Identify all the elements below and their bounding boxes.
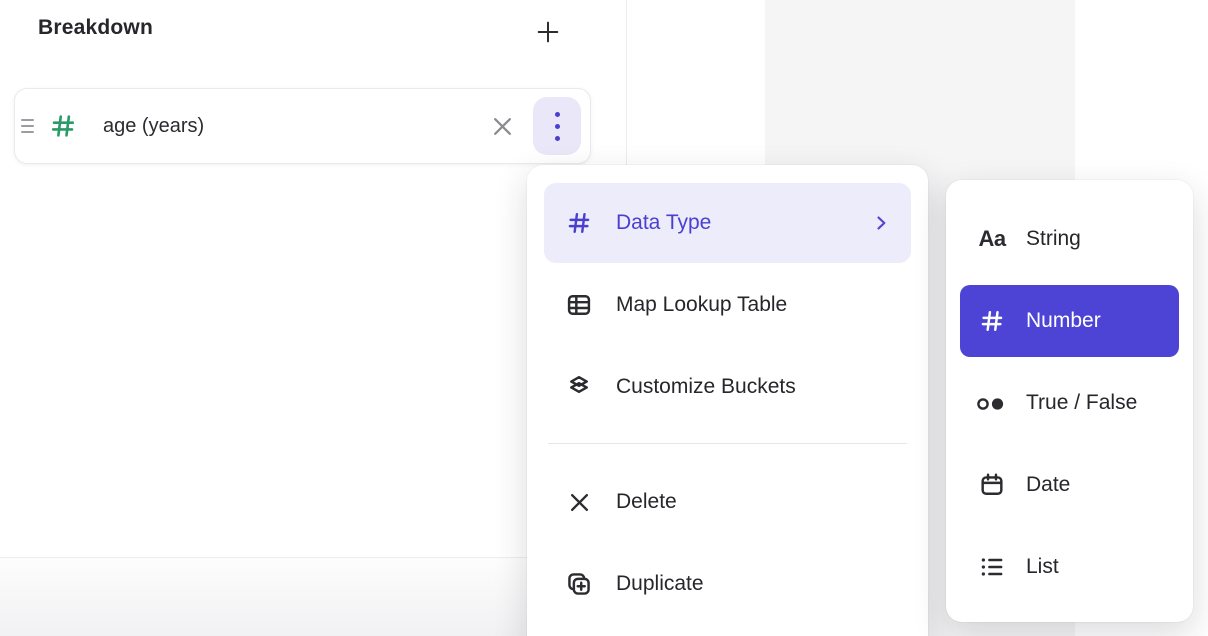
chevron-right-icon <box>871 213 891 233</box>
submenu-item-label: True / False <box>1026 391 1137 415</box>
add-breakdown-button[interactable] <box>528 12 568 52</box>
submenu-item-date[interactable]: Date <box>960 449 1179 521</box>
field-more-options-button[interactable] <box>533 97 581 155</box>
submenu-item-number[interactable]: Number <box>960 285 1179 357</box>
submenu-item-label: String <box>1026 227 1081 251</box>
breakdown-panel-page: Breakdown age (years) <box>0 0 1208 636</box>
drag-handle-icon[interactable] <box>21 119 35 133</box>
field-context-menu: Data Type Map Lookup Table <box>527 165 928 636</box>
number-type-icon <box>48 111 78 141</box>
breakdown-field-chip[interactable]: age (years) <box>14 88 591 164</box>
menu-item-customize-buckets[interactable]: Customize Buckets <box>544 347 911 427</box>
panel-footer <box>0 557 527 636</box>
submenu-item-true-false[interactable]: True / False <box>960 367 1179 439</box>
close-icon <box>489 113 516 140</box>
field-label: age (years) <box>103 115 204 138</box>
submenu-item-label: Date <box>1026 473 1070 497</box>
kebab-icon <box>555 112 560 141</box>
menu-divider <box>548 443 907 444</box>
menu-item-label: Duplicate <box>616 572 704 596</box>
string-type-icon: Aa <box>974 228 1010 250</box>
menu-item-label: Delete <box>616 490 677 514</box>
menu-item-label: Customize Buckets <box>616 375 796 399</box>
menu-item-label: Map Lookup Table <box>616 293 787 317</box>
hash-icon <box>564 209 594 237</box>
data-type-submenu: Aa String Number True / False <box>946 180 1193 622</box>
submenu-item-label: List <box>1026 555 1059 579</box>
hash-icon <box>974 307 1010 335</box>
boolean-icon <box>974 391 1010 415</box>
plus-icon <box>534 18 562 46</box>
menu-item-data-type[interactable]: Data Type <box>544 183 911 263</box>
duplicate-icon <box>564 570 594 598</box>
list-icon <box>974 553 1010 581</box>
x-icon <box>564 489 594 516</box>
submenu-item-label: Number <box>1026 309 1101 333</box>
layers-icon <box>564 373 594 401</box>
submenu-item-list[interactable]: List <box>960 531 1179 603</box>
menu-item-label: Data Type <box>616 211 711 235</box>
menu-item-duplicate[interactable]: Duplicate <box>544 544 911 624</box>
menu-item-map-lookup-table[interactable]: Map Lookup Table <box>544 265 911 345</box>
submenu-item-string[interactable]: Aa String <box>960 203 1179 275</box>
remove-field-button[interactable] <box>489 113 516 140</box>
menu-item-delete[interactable]: Delete <box>544 462 911 542</box>
table-icon <box>564 291 594 319</box>
page-title: Breakdown <box>38 16 153 40</box>
calendar-icon <box>974 471 1010 499</box>
